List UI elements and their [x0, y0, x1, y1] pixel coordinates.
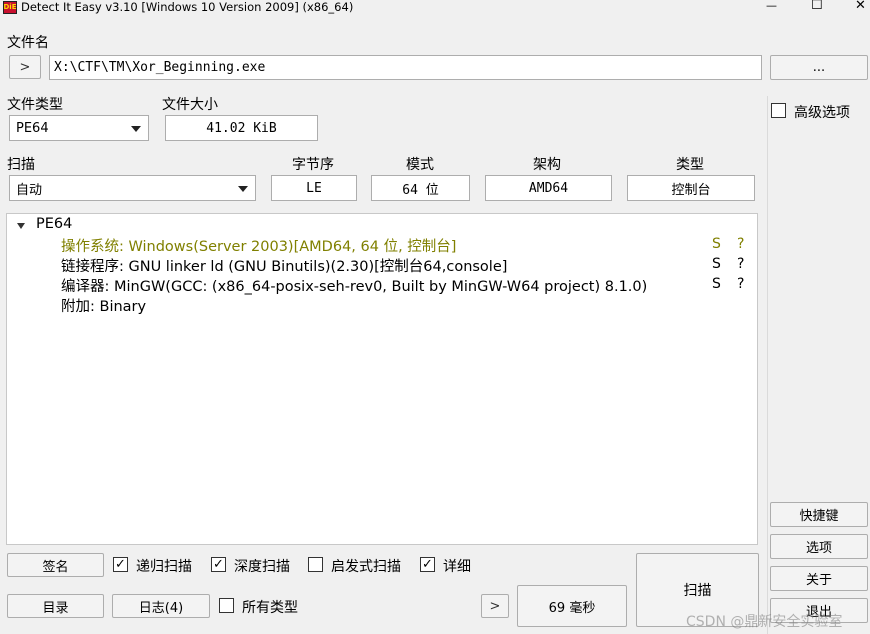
- dropdown-arrow-icon: [131, 126, 141, 132]
- tree-expand-icon[interactable]: [17, 223, 25, 229]
- watermark: CSDN @鼎新安全实验室: [686, 614, 843, 630]
- endianness-label: 字节序: [292, 157, 334, 173]
- endianness-field: LE: [271, 175, 357, 201]
- scan-time-display: 69 毫秒: [517, 585, 627, 627]
- advanced-checkbox[interactable]: [771, 103, 786, 118]
- checkmark-icon: ✓: [422, 557, 433, 572]
- options-button[interactable]: 选项: [770, 534, 868, 559]
- log-button[interactable]: 日志(4): [112, 594, 210, 618]
- chevron-right-icon: >: [19, 59, 31, 75]
- all-types-label: 所有类型: [242, 600, 298, 616]
- scan-select[interactable]: 自动: [9, 175, 256, 201]
- tree-row-os[interactable]: 操作系统: Windows(Server 2003)[AMD64, 64 位, …: [61, 235, 456, 256]
- recursive-scan-label: 递归扫描: [136, 559, 192, 575]
- results-tree[interactable]: PE64 操作系统: Windows(Server 2003)[AMD64, 6…: [6, 213, 758, 545]
- minimize-button[interactable]: —: [766, 0, 777, 12]
- shortcuts-button[interactable]: 快捷键: [770, 502, 868, 527]
- window-title: Detect It Easy v3.10 [Windows 10 Version…: [21, 0, 354, 14]
- signature-button[interactable]: 签名: [7, 553, 104, 577]
- verbose-checkbox[interactable]: ✓: [420, 557, 435, 572]
- app-icon: DiE: [3, 1, 17, 14]
- advanced-label: 高级选项: [794, 105, 850, 121]
- title-bar: DiE Detect It Easy v3.10 [Windows 10 Ver…: [0, 0, 870, 16]
- tree-row-linker-q[interactable]: ?: [737, 256, 744, 272]
- recursive-scan-checkbox[interactable]: ✓: [113, 557, 128, 572]
- close-button[interactable]: ✕: [855, 0, 866, 13]
- tree-row-linker-s: S: [712, 256, 721, 272]
- about-button[interactable]: 关于: [770, 566, 868, 591]
- arch-label: 架构: [533, 157, 561, 173]
- bottom-nav-button[interactable]: >: [481, 594, 509, 618]
- tree-row-extra[interactable]: 附加: Binary: [61, 295, 146, 316]
- file-size-field: 41.02 KiB: [165, 115, 318, 141]
- browse-button[interactable]: ...: [770, 55, 868, 80]
- tree-root-pe64[interactable]: PE64: [36, 216, 72, 232]
- type-field: 控制台: [627, 175, 755, 201]
- maximize-button[interactable]: ☐: [811, 0, 823, 13]
- tree-row-compiler[interactable]: 编译器: MinGW(GCC: (x86_64-posix-seh-rev0, …: [61, 275, 647, 296]
- tree-row-linker[interactable]: 链接程序: GNU linker ld (GNU Binutils)(2.30)…: [61, 255, 507, 276]
- tree-row-os-s: S: [712, 236, 721, 252]
- deep-scan-label: 深度扫描: [234, 559, 290, 575]
- file-nav-button[interactable]: >: [9, 55, 41, 79]
- arch-field: AMD64: [485, 175, 612, 201]
- checkmark-icon: ✓: [115, 557, 126, 572]
- file-path-field[interactable]: X:\CTF\TM\Xor_Beginning.exe: [49, 55, 762, 80]
- deep-scan-checkbox[interactable]: ✓: [211, 557, 226, 572]
- dropdown-arrow-icon: [238, 186, 248, 192]
- file-label: 文件名: [7, 35, 49, 51]
- verbose-label: 详细: [443, 559, 471, 575]
- all-types-checkbox[interactable]: [219, 598, 234, 613]
- tree-row-compiler-s: S: [712, 276, 721, 292]
- file-type-label: 文件类型: [7, 97, 63, 113]
- file-type-select[interactable]: PE64: [9, 115, 149, 141]
- tree-row-os-q[interactable]: ?: [737, 236, 744, 252]
- mode-label: 模式: [406, 157, 434, 173]
- type-label: 类型: [676, 157, 704, 173]
- file-size-label: 文件大小: [162, 97, 218, 113]
- chevron-right-icon: >: [489, 598, 501, 614]
- checkmark-icon: ✓: [213, 557, 224, 572]
- directory-button[interactable]: 目录: [7, 594, 104, 618]
- tree-row-compiler-q[interactable]: ?: [737, 276, 744, 292]
- heuristic-scan-label: 启发式扫描: [331, 559, 401, 575]
- mode-field: 64 位: [371, 175, 470, 201]
- scan-label: 扫描: [7, 157, 35, 173]
- heuristic-scan-checkbox[interactable]: [308, 557, 323, 572]
